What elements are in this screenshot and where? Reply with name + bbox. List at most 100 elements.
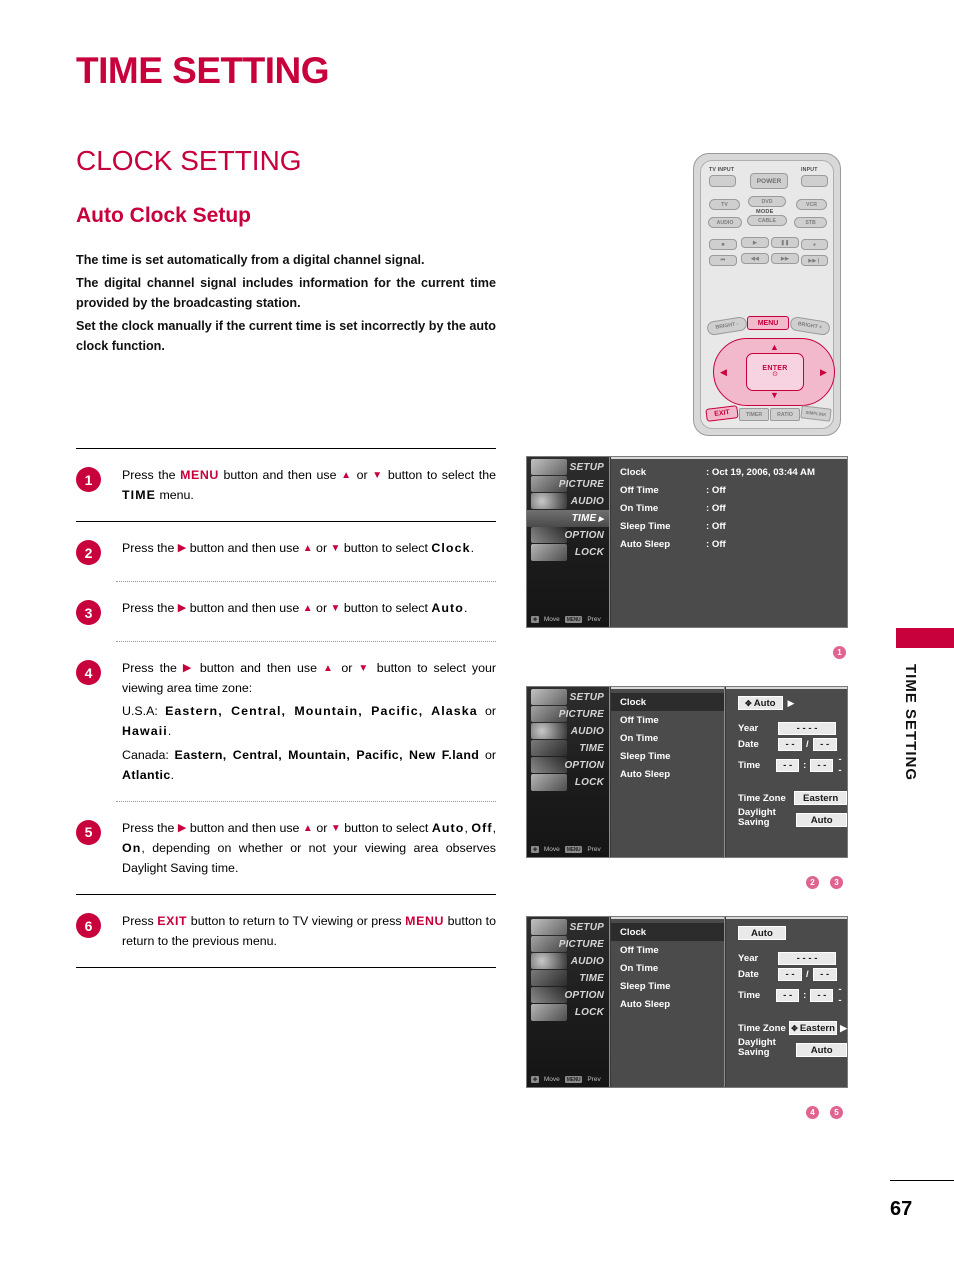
tv-sidebar-item-audio[interactable]: AUDIO xyxy=(527,493,609,510)
tv-sidebar-item-setup[interactable]: SETUP xyxy=(527,689,609,706)
mode-button-cable[interactable]: CABLE xyxy=(747,215,787,226)
tv-row-auto-sleep[interactable]: Auto Sleep xyxy=(611,995,724,1013)
tv-sidebar-item-picture[interactable]: PICTURE xyxy=(527,936,609,953)
canada-or: or xyxy=(479,747,496,762)
step6-key-menu: MENU xyxy=(405,914,445,929)
date-row: Date - - / - - xyxy=(738,968,847,981)
mode-button-audio[interactable]: AUDIO xyxy=(708,217,742,228)
menu-button[interactable]: MENU xyxy=(747,316,789,330)
dpad-down-icon[interactable]: ▼ xyxy=(770,391,779,400)
tv-sidebar-item-time[interactable]: TIME xyxy=(527,970,609,987)
year-field[interactable]: - - - - xyxy=(778,722,836,735)
subsection-title: Auto Clock Setup xyxy=(76,204,252,227)
tv-sidebar-item-picture[interactable]: PICTURE xyxy=(527,476,609,493)
tv-sidebar-item-option[interactable]: OPTION xyxy=(527,757,609,774)
tv-sidebar-item-lock[interactable]: LOCK xyxy=(527,774,609,791)
chevron-right-icon: ▶ xyxy=(787,697,795,708)
step3-key-auto: Auto xyxy=(431,601,464,616)
rewind-button[interactable]: ◀◀ xyxy=(741,253,769,264)
dst-field[interactable]: Auto xyxy=(796,1043,847,1057)
remote-control-illustration: TV INPUT POWER INPUT TV DVD VCR MODE AUD… xyxy=(693,153,841,436)
tv-sidebar-item-setup[interactable]: SETUP xyxy=(527,919,609,936)
mode-button-tv[interactable]: TV xyxy=(709,199,740,210)
tv-sidebar-item-time[interactable]: TIME xyxy=(527,740,609,757)
dpad-right-icon[interactable]: ▶ xyxy=(820,368,827,377)
tv-menu-sidebar: SETUP PICTURE AUDIO TIME OPTION LOCK ✥ Mo… xyxy=(527,917,610,1087)
mode-button-dvd[interactable]: DVD xyxy=(748,196,786,207)
tv-row-clock[interactable]: Clock: Oct 19, 2006, 03:44 AM xyxy=(611,463,847,481)
bright-plus-button[interactable]: BRIGHT + xyxy=(789,315,831,337)
enter-button[interactable]: ENTER ⊙ xyxy=(746,353,804,391)
time-hour-field[interactable]: - - xyxy=(776,758,800,772)
date-day-field[interactable]: - - xyxy=(812,738,837,751)
skip-forward-button[interactable]: ▶▶❘ xyxy=(801,255,828,266)
tv-row-sleep-time[interactable]: Sleep Time xyxy=(611,977,724,995)
input-button[interactable] xyxy=(801,175,828,187)
power-button[interactable]: POWER xyxy=(750,173,788,189)
usa-or: or xyxy=(477,704,496,719)
time-minute-field[interactable]: - - xyxy=(810,988,834,1002)
play-button[interactable]: ▶ xyxy=(741,237,769,248)
tv-row-auto-sleep[interactable]: Auto Sleep xyxy=(611,765,724,783)
dst-field[interactable]: Auto xyxy=(796,813,847,827)
exit-button[interactable]: EXIT xyxy=(705,405,739,422)
time-label: Time xyxy=(738,989,761,1001)
mode-button-stb[interactable]: STB xyxy=(794,217,827,228)
tv-sidebar-item-option[interactable]: OPTION xyxy=(527,527,609,544)
tv-row-on-time[interactable]: On Time xyxy=(611,959,724,977)
time-hour-field[interactable]: - - xyxy=(776,988,800,1002)
fast-forward-button[interactable]: ▶▶ xyxy=(771,253,799,264)
tv-sidebar-item-lock[interactable]: LOCK xyxy=(527,1004,609,1021)
tv-row-off-time[interactable]: Off Time xyxy=(611,711,724,729)
timezone-field[interactable]: ✥ Eastern xyxy=(789,1021,838,1035)
right-arrow-icon: ▶ xyxy=(177,602,187,615)
step-markers-shot-2: 2 3 xyxy=(806,876,843,889)
tv-sidebar-item-setup[interactable]: SETUP xyxy=(527,459,609,476)
pause-button[interactable]: ❚❚ xyxy=(771,237,799,248)
ratio-button[interactable]: RATIO xyxy=(770,408,800,421)
tv-sidebar-item-option[interactable]: OPTION xyxy=(527,987,609,1004)
stop-button[interactable]: ■ xyxy=(709,239,737,250)
tv-row-sleep-time[interactable]: Sleep Time xyxy=(611,747,724,765)
dpad[interactable]: ▲ ◀ ▶ ▼ ENTER ⊙ xyxy=(713,338,835,406)
record-button[interactable]: ● xyxy=(801,239,828,250)
dpad-up-icon[interactable]: ▲ xyxy=(770,343,779,352)
date-month-field[interactable]: - - xyxy=(778,968,802,981)
tv-sidebar-item-picture[interactable]: PICTURE xyxy=(527,706,609,723)
bright-minus-button[interactable]: BRIGHT - xyxy=(706,315,748,337)
simplink-button[interactable]: SIMPLINK xyxy=(800,405,832,422)
step-marker: 1 xyxy=(833,646,846,659)
step-text: Press the MENU button and then use ▲ or … xyxy=(122,465,496,505)
tv-input-button[interactable] xyxy=(709,175,736,187)
tv-sidebar-item-audio[interactable]: AUDIO xyxy=(527,953,609,970)
nav-move-label: Move xyxy=(543,616,560,623)
dpad-left-icon[interactable]: ◀ xyxy=(720,368,727,377)
menu-chip-icon: MENU xyxy=(564,616,583,623)
year-field[interactable]: - - - - xyxy=(778,952,836,965)
mode-button-vcr[interactable]: VCR xyxy=(796,199,827,210)
timezone-field[interactable]: Eastern xyxy=(794,791,847,805)
skip-back-button[interactable]: ⏮ xyxy=(709,255,737,266)
step-marker: 2 xyxy=(806,876,819,889)
tv-sidebar-item-time[interactable]: TIME ▶ xyxy=(527,510,609,527)
date-month-field[interactable]: - - xyxy=(778,738,802,751)
tv-row-off-time[interactable]: Off Time xyxy=(611,941,724,959)
enter-dot-icon: ⊙ xyxy=(772,371,778,379)
tv-sidebar-item-audio[interactable]: AUDIO xyxy=(527,723,609,740)
tv-row-on-time[interactable]: On Time: Off xyxy=(611,499,847,517)
tv-row-on-time[interactable]: On Time xyxy=(611,729,724,747)
tv-row-clock[interactable]: Clock xyxy=(611,693,724,711)
tv-menu-nav-hints: ✥ Move MENU Prev xyxy=(531,616,601,623)
tv-row-clock[interactable]: Clock xyxy=(611,923,724,941)
timer-button[interactable]: TIMER xyxy=(739,408,769,421)
clock-mode-field[interactable]: ✥ Auto xyxy=(738,696,783,710)
tv-row-sleep-time[interactable]: Sleep Time: Off xyxy=(611,517,847,535)
time-minute-field[interactable]: - - xyxy=(810,758,834,772)
tv-row-auto-sleep[interactable]: Auto Sleep: Off xyxy=(611,535,847,553)
clock-mode-field[interactable]: Auto xyxy=(738,926,786,940)
step3-mid1: button and then use xyxy=(186,601,303,616)
tv-sidebar-item-lock[interactable]: LOCK xyxy=(527,544,609,561)
tv-row-off-time[interactable]: Off Time: Off xyxy=(611,481,847,499)
step-number-badge: 6 xyxy=(76,913,101,939)
date-day-field[interactable]: - - xyxy=(812,968,837,981)
